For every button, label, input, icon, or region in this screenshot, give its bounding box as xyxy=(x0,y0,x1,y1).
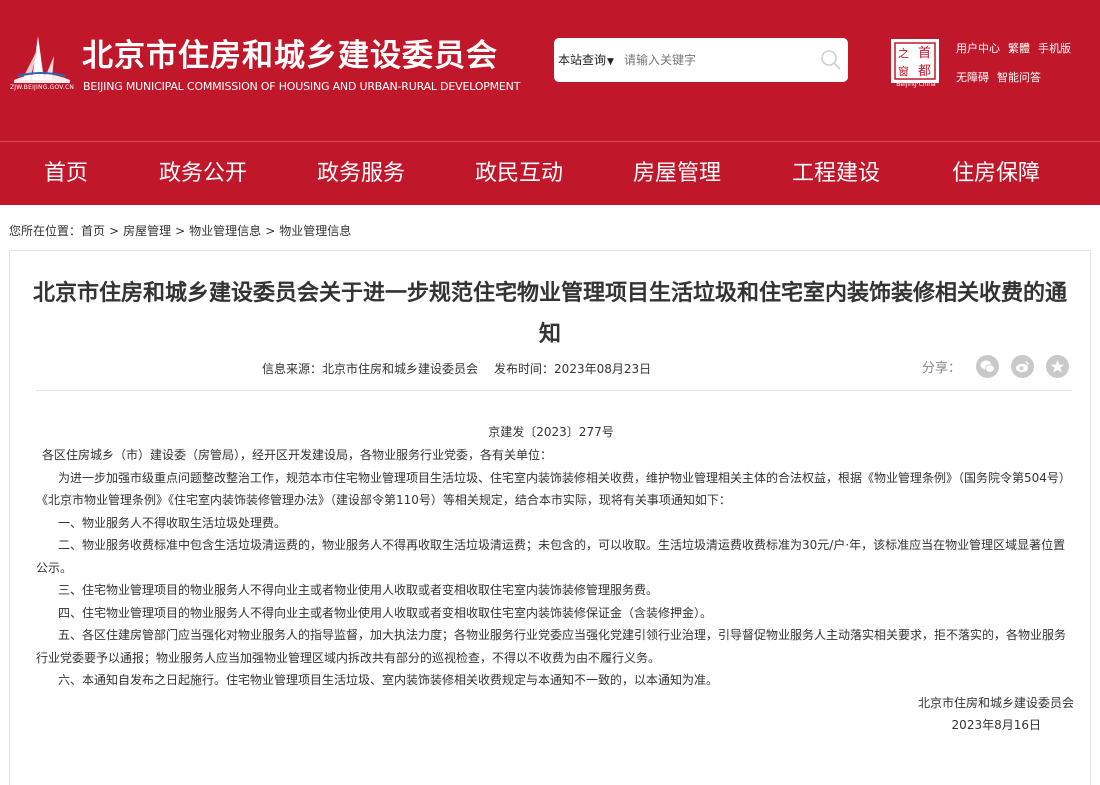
top-links-row-1: 用户中心 繁體 手机版 xyxy=(956,40,1079,58)
seal-char-1: 首 xyxy=(918,46,931,61)
mobile-version-link[interactable]: 手机版 xyxy=(1038,42,1071,55)
nav-item-government-affairs[interactable]: 政务公开 xyxy=(148,142,258,206)
chevron-down-icon: ▼ xyxy=(607,57,614,67)
nav-item-home[interactable]: 首页 xyxy=(20,142,112,206)
article-body: 各区住房城乡（市）建设委（房管局），经开区开发建设局，各物业服务行业党委，各有关… xyxy=(36,444,1074,737)
traditional-chinese-link[interactable]: 繁體 xyxy=(1008,42,1030,55)
site-title[interactable]: 北京市住房和城乡建设委员会 xyxy=(82,30,498,75)
nav-item-housing-security[interactable]: 住房保障 xyxy=(940,142,1052,206)
nav-item-construction[interactable]: 工程建设 xyxy=(780,142,892,206)
sign-date: 2023年8月16日 xyxy=(951,718,1041,732)
seal-char-3: 之 xyxy=(898,46,909,60)
signature: 北京市住房和城乡建设委员会 xyxy=(917,695,1074,710)
meta-divider xyxy=(36,390,1072,391)
weibo-icon[interactable] xyxy=(1011,355,1034,378)
user-center-link[interactable]: 用户中心 xyxy=(956,42,1000,55)
breadcrumb-separator: > xyxy=(265,224,276,238)
search-box: 本站查询▼ xyxy=(554,38,848,82)
site-logo-icon[interactable] xyxy=(8,30,76,92)
nav-item-housing-management[interactable]: 房屋管理 xyxy=(622,142,732,206)
logo-domain-text: ZJW.BEIJING.GOV.CN xyxy=(9,84,75,91)
paragraph-item-2: 二、物业服务收费标准中包含生活垃圾清运费的，物业服务人不得再收取生活垃圾清运费；… xyxy=(36,538,1066,575)
smart-qa-link[interactable]: 智能问答 xyxy=(997,71,1041,84)
paragraph-item-6: 六、本通知自发布之日起施行。住宅物业管理项目生活垃圾、室内装饰装修相关收费规定与… xyxy=(58,673,719,687)
nav-item-interaction[interactable]: 政民互动 xyxy=(464,142,574,206)
breadcrumb-item-home[interactable]: 首页 xyxy=(81,224,105,238)
article-container: 北京市住房和城乡建设委员会关于进一步规范住宅物业管理项目生活垃圾和住宅室内装饰装… xyxy=(9,250,1091,785)
date-value: 2023年08月23日 xyxy=(554,362,652,376)
seal-char-2: 都 xyxy=(918,64,931,79)
breadcrumb: 您所在位置：首页 > 房屋管理 > 物业管理信息 > 物业管理信息 xyxy=(9,222,351,239)
breadcrumb-item-property-info-current[interactable]: 物业管理信息 xyxy=(279,224,351,238)
nav-item-government-services[interactable]: 政务服务 xyxy=(306,142,416,206)
favorite-icon[interactable] xyxy=(1046,355,1069,378)
top-links-row-2: 无障碍 智能问答 xyxy=(956,69,1079,87)
source-value: 北京市住房和城乡建设委员会 xyxy=(322,362,479,376)
breadcrumb-separator: > xyxy=(175,224,186,238)
seal-caption: Beijing·China xyxy=(896,81,936,88)
paragraph-intro: 为进一步加强市级重点问题整改整治工作，规范本市住宅物业管理项目生活垃圾、住宅室内… xyxy=(36,470,1071,508)
search-icon[interactable] xyxy=(820,49,842,71)
search-scope-select[interactable]: 本站查询▼ xyxy=(558,51,614,68)
site-title-en: BEIJING MUNICIPAL COMMISSION OF HOUSING … xyxy=(83,80,521,93)
paragraph-item-3: 三、住宅物业管理项目的物业服务人不得向业主或者物业使用人收取或者变相收取住宅室内… xyxy=(58,583,659,597)
search-scope-label: 本站查询 xyxy=(558,53,607,67)
site-header: ZJW.BEIJING.GOV.CN 北京市住房和城乡建设委员会 BEIJING… xyxy=(0,0,1100,141)
breadcrumb-prefix: 您所在位置： xyxy=(9,224,82,238)
paragraph-item-1: 一、物业服务人不得收取生活垃圾处理费。 xyxy=(58,515,287,530)
main-nav: 首页 政务公开 政务服务 政民互动 房屋管理 工程建设 住房保障 xyxy=(0,141,1100,205)
breadcrumb-separator: > xyxy=(109,224,120,238)
accessibility-link[interactable]: 无障碍 xyxy=(956,71,989,84)
article-title: 北京市住房和城乡建设委员会关于进一步规范住宅物业管理项目生活垃圾和住宅室内装饰装… xyxy=(32,281,1067,347)
paragraph-item-4: 四、住宅物业管理项目的物业服务人不得向业主或者物业使用人收取或者变相收取住宅室内… xyxy=(58,605,713,620)
wechat-icon[interactable] xyxy=(976,355,999,378)
document-number: 京建发〔2023〕277号 xyxy=(488,425,614,439)
top-links: 用户中心 繁體 手机版 无障碍 智能问答 xyxy=(956,40,1079,87)
search-input[interactable] xyxy=(624,50,804,70)
date-label: 发布时间： xyxy=(494,362,555,376)
salutation: 各区住房城乡（市）建设委（房管局），经开区开发建设局，各物业服务行业党委，各有关… xyxy=(42,448,553,462)
breadcrumb-item-property-info[interactable]: 物业管理信息 xyxy=(189,224,261,238)
seal-char-4: 窗 xyxy=(898,64,909,78)
article-meta: 信息来源：北京市住房和城乡建设委员会 发布时间：2023年08月23日 xyxy=(262,360,651,377)
paragraph-item-5: 五、各区住建房管部门应当强化对物业服务人的指导监督，加大执法力度；各物业服务行业… xyxy=(36,628,1067,665)
share-label: 分享： xyxy=(922,361,962,376)
source-label: 信息来源： xyxy=(262,362,323,376)
breadcrumb-item-housing-management[interactable]: 房屋管理 xyxy=(123,224,171,238)
